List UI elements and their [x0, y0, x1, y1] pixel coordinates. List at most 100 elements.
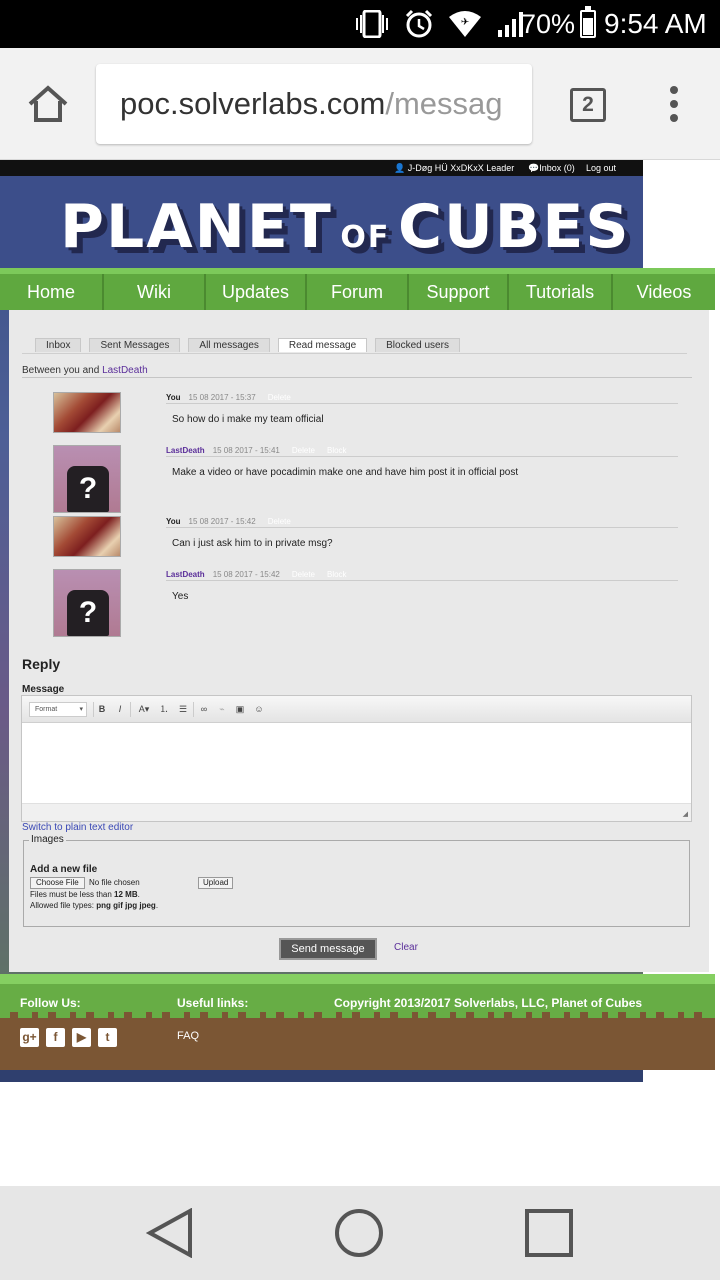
site-logo[interactable]: PLANET OF CUBES: [60, 192, 629, 270]
nav-support[interactable]: Support: [409, 274, 509, 310]
logout-link[interactable]: Log out: [586, 160, 616, 176]
message-textarea[interactable]: [22, 724, 691, 803]
status-icons: ✈: [354, 8, 526, 40]
user-link[interactable]: 👤 J-Døg HÜ XxDKxX Leader: [394, 160, 514, 176]
message-time: 15 08 2017 - 15:41: [212, 446, 280, 455]
upload-button[interactable]: Upload: [198, 877, 234, 889]
copyright: Copyright 2013/2017 Solverlabs, LLC, Pla…: [334, 996, 643, 1010]
bold-icon[interactable]: B: [95, 702, 109, 717]
youtube-icon[interactable]: ▶: [72, 1028, 91, 1047]
delete-link[interactable]: Delete: [268, 393, 291, 402]
message-author: You: [166, 517, 181, 526]
tab-blocked-users[interactable]: Blocked users: [375, 338, 460, 352]
rich-text-editor: Format B I A▾ ⒈ ☰ ∞ ⌁ ▣ ☺ ◢: [21, 695, 692, 822]
nav-videos[interactable]: Videos: [613, 274, 715, 310]
unknown-user-icon: ?: [67, 466, 109, 512]
unlink-icon[interactable]: ⌁: [215, 702, 229, 717]
nav-updates[interactable]: Updates: [206, 274, 307, 310]
url-bar[interactable]: poc.solverlabs.com/messag: [96, 64, 532, 144]
facebook-icon[interactable]: f: [46, 1028, 65, 1047]
avatar[interactable]: ?: [53, 569, 121, 637]
avatar[interactable]: [53, 392, 121, 433]
site-footer: Follow Us: Useful links: Copyright 2013/…: [0, 974, 715, 1084]
main-nav: Home Wiki Updates Forum Support Tutorial…: [0, 268, 715, 310]
google-plus-icon[interactable]: g+: [20, 1028, 39, 1047]
reply-heading: Reply: [22, 656, 61, 672]
numbered-list-icon[interactable]: ⒈: [157, 702, 171, 717]
nav-forum[interactable]: Forum: [307, 274, 409, 310]
clear-link[interactable]: Clear: [394, 942, 418, 953]
file-size-limit: Files must be less than 12 MB.: [30, 890, 140, 899]
avatar[interactable]: ?: [53, 445, 121, 513]
unknown-user-icon: ?: [67, 590, 109, 636]
nav-wiki[interactable]: Wiki: [104, 274, 206, 310]
android-status-bar: ✈ 70% 9:54 AM: [0, 0, 720, 48]
android-nav-bar: [0, 1186, 720, 1280]
browser-toolbar: poc.solverlabs.com/messag 2: [0, 48, 720, 160]
message-time: 15 08 2017 - 15:42: [212, 570, 280, 579]
delete-link[interactable]: Delete: [292, 446, 315, 455]
clock: 9:54 AM: [604, 8, 707, 39]
tab-read-message[interactable]: Read message: [277, 338, 368, 352]
wifi-icon: ✈: [449, 11, 481, 37]
inbox-link[interactable]: 💬Inbox (0): [528, 160, 575, 176]
svg-text:✈: ✈: [461, 17, 469, 28]
message-author[interactable]: LastDeath: [166, 570, 205, 579]
vibrate-icon: [356, 10, 388, 38]
url-host: poc.solverlabs.com: [120, 86, 386, 121]
message-author: You: [166, 393, 181, 402]
choose-file-button[interactable]: Choose File: [30, 877, 85, 889]
home-circle-icon[interactable]: [334, 1208, 384, 1258]
nav-tutorials[interactable]: Tutorials: [509, 274, 613, 310]
bulleted-list-icon[interactable]: ☰: [176, 702, 190, 717]
resize-handle-icon[interactable]: ◢: [683, 810, 688, 818]
overflow-menu-icon[interactable]: [664, 86, 684, 126]
format-dropdown[interactable]: Format: [29, 702, 87, 717]
message-tabs: Inbox Sent Messages All messages Read me…: [35, 338, 460, 352]
editor-toolbar: Format B I A▾ ⒈ ☰ ∞ ⌁ ▣ ☺: [22, 696, 691, 723]
tab-sent-messages[interactable]: Sent Messages: [89, 338, 181, 352]
conversation-header: Between you and LastDeath: [22, 365, 148, 376]
message-body: Yes: [172, 591, 189, 602]
delete-link[interactable]: Delete: [268, 517, 291, 526]
messages-panel: Inbox Sent Messages All messages Read me…: [9, 310, 709, 972]
nav-home[interactable]: Home: [0, 274, 104, 310]
delete-link[interactable]: Delete: [292, 570, 315, 579]
message-time: 15 08 2017 - 15:42: [188, 517, 256, 526]
allowed-file-types: Allowed file types: png gif jpg jpeg.: [30, 901, 159, 910]
social-links: g+ f ▶ t: [20, 1028, 117, 1047]
plain-text-editor-link[interactable]: Switch to plain text editor: [22, 822, 133, 833]
site-banner: PLANET OF CUBES: [0, 176, 643, 276]
block-link[interactable]: Block: [327, 570, 347, 579]
twitter-icon[interactable]: t: [98, 1028, 117, 1047]
message-body: Make a video or have pocadimin make one …: [172, 467, 519, 478]
smiley-icon[interactable]: ☺: [252, 702, 266, 717]
tab-inbox[interactable]: Inbox: [35, 338, 82, 352]
back-icon[interactable]: [146, 1208, 194, 1258]
message-body: So how do i make my team official: [172, 414, 324, 425]
battery-percent: 70%: [521, 9, 576, 39]
message-label: Message: [22, 684, 65, 695]
block-link[interactable]: Block: [327, 446, 347, 455]
message-author[interactable]: LastDeath: [166, 446, 205, 455]
tab-switcher-button[interactable]: 2: [570, 88, 606, 122]
message-time: 15 08 2017 - 15:37: [188, 393, 256, 402]
send-message-button[interactable]: Send message: [279, 938, 377, 960]
home-icon[interactable]: [26, 82, 70, 126]
recents-icon[interactable]: [524, 1208, 574, 1258]
link-icon[interactable]: ∞: [197, 702, 211, 717]
image-icon[interactable]: ▣: [233, 702, 247, 717]
avatar[interactable]: [53, 516, 121, 557]
conversation-user-link[interactable]: LastDeath: [102, 365, 148, 376]
follow-us-label: Follow Us:: [20, 996, 81, 1010]
italic-icon[interactable]: I: [113, 702, 127, 717]
editor-statusbar: ◢: [22, 803, 691, 821]
alarm-icon: [405, 9, 433, 38]
faq-link[interactable]: FAQ: [177, 1030, 199, 1042]
tab-all-messages[interactable]: All messages: [188, 338, 270, 352]
images-legend: Images: [29, 834, 66, 845]
url-path: /messag: [385, 86, 503, 121]
battery-icon: [580, 6, 596, 38]
file-status: No file chosen: [89, 878, 140, 887]
text-color-icon[interactable]: A▾: [134, 702, 154, 717]
